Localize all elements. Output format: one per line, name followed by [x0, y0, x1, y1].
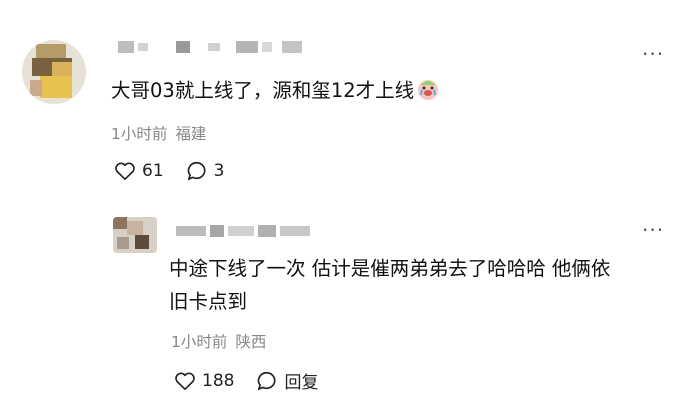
like-button[interactable]: 188 — [174, 371, 234, 391]
reply-count: 3 — [213, 161, 225, 181]
reply-actions: 188 回复 — [174, 368, 318, 393]
reply-text: 中途下线了一次 估计是催两弟弟去了哈哈哈 他俩依 旧卡点到 — [169, 252, 679, 318]
reply-meta: 1小时前 陕西 — [171, 330, 266, 352]
reply-text-line: 旧卡点到 — [169, 290, 248, 313]
username-blurred[interactable] — [118, 36, 302, 58]
heart-outline-icon — [174, 371, 196, 391]
reply-time: 1小时前 — [171, 333, 228, 351]
username-blurred[interactable] — [176, 220, 310, 242]
heart-outline-icon — [114, 161, 136, 181]
more-dots-icon[interactable]: ··· — [642, 44, 664, 64]
crying-face-emoji — [416, 77, 440, 111]
reply-text-line: 中途下线了一次 估计是催两弟弟去了哈哈哈 他俩依 — [169, 257, 611, 280]
speech-bubble-icon — [256, 370, 278, 392]
comment-text: 大哥03就上线了，源和玺12才上线 — [111, 74, 440, 111]
reply-location: 陕西 — [235, 333, 267, 351]
reply-button[interactable]: 回复 — [256, 368, 318, 393]
comment-text-content: 大哥03就上线了，源和玺12才上线 — [111, 79, 415, 102]
comment-meta: 1小时前 福建 — [111, 122, 206, 144]
speech-bubble-icon — [186, 160, 208, 182]
like-button[interactable]: 61 — [114, 161, 164, 181]
avatar[interactable] — [22, 40, 86, 104]
comment-actions: 61 3 — [114, 160, 224, 182]
reply-label: 回复 — [284, 373, 319, 393]
like-count: 188 — [202, 370, 235, 391]
comment-location: 福建 — [175, 125, 207, 143]
like-count: 61 — [142, 161, 164, 181]
more-dots-icon[interactable]: ··· — [642, 220, 664, 240]
avatar[interactable] — [113, 217, 157, 253]
comment-time: 1小时前 — [111, 125, 168, 143]
reply-button[interactable]: 3 — [186, 160, 225, 182]
